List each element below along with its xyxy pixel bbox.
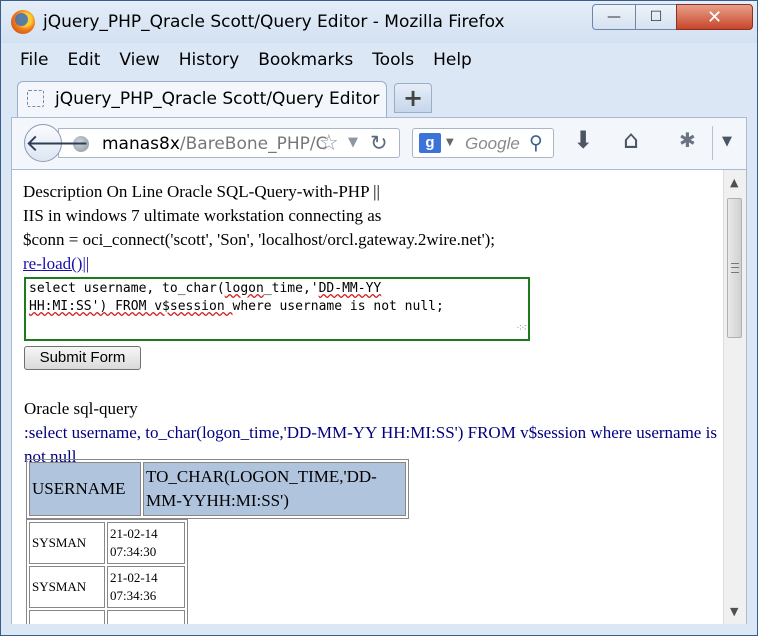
reload-line: re-load()|| bbox=[23, 252, 723, 276]
cell-username: SYSMAN bbox=[29, 566, 105, 608]
cell-logon-time: 21-02-14 bbox=[107, 610, 185, 624]
result-data-table: SYSMAN 21-02-14 07:34:30 SYSMAN 21-02-14 0… bbox=[26, 519, 188, 624]
minimize-button[interactable]: — bbox=[592, 4, 636, 30]
oracle-heading: Oracle sql-query bbox=[24, 399, 138, 418]
google-icon[interactable]: g bbox=[419, 133, 441, 153]
url-bar[interactable]: manas8x/BareBone_PHP/C ☆ ▼ ↻ bbox=[58, 128, 400, 158]
menu-history[interactable]: History bbox=[179, 50, 239, 70]
menu-help[interactable]: Help bbox=[433, 50, 472, 70]
title-bar: jQuery_PHP_Qracle Scott/Query Editor - M… bbox=[1, 1, 757, 43]
column-header-username: USERNAME bbox=[29, 462, 141, 516]
misspelled-word: DD-MM-YY bbox=[318, 281, 382, 296]
firefox-logo-icon bbox=[11, 10, 35, 34]
page-content: Description On Line Oracle SQL-Query-wit… bbox=[11, 169, 747, 625]
search-placeholder: Google bbox=[465, 134, 520, 153]
back-button[interactable]: 🡐 bbox=[24, 124, 89, 162]
page-body: Description On Line Oracle SQL-Query-wit… bbox=[23, 180, 723, 624]
cell-time: 07:34:36 bbox=[110, 588, 157, 603]
cell-logon-time: 21-02-14 07:34:30 bbox=[107, 522, 185, 564]
addon-icon[interactable]: ✱ bbox=[679, 128, 696, 152]
tab-strip: jQuery_PHP_Qracle Scott/Query Editor + bbox=[1, 77, 757, 117]
description-line-3: $conn = oci_connect('scott', 'Son', 'loc… bbox=[23, 230, 496, 249]
menu-bar: File Edit View History Bookmarks Tools H… bbox=[1, 45, 757, 75]
misspelled-word: logon bbox=[224, 281, 264, 296]
scroll-down-icon[interactable]: ▼ bbox=[730, 605, 738, 618]
tab-query-editor[interactable]: jQuery_PHP_Qracle Scott/Query Editor bbox=[17, 81, 387, 117]
sql-text: HH:MI:SS') FROM v$session bbox=[29, 299, 233, 314]
sql-text: _time,' bbox=[263, 281, 319, 296]
download-icon[interactable]: ⬇ bbox=[573, 126, 593, 154]
cell-logon-time: 21-02-14 07:34:36 bbox=[107, 566, 185, 608]
toolbar-separator bbox=[712, 126, 713, 160]
reload-link[interactable]: re-load() bbox=[23, 254, 82, 273]
page-icon bbox=[27, 90, 44, 107]
menu-tools[interactable]: Tools bbox=[372, 50, 414, 70]
cell-date: 21-02-14 bbox=[110, 570, 158, 585]
description-line-1: Description On Line Oracle SQL-Query-wit… bbox=[23, 182, 380, 201]
url-text: manas8x/BareBone_PHP/C bbox=[102, 134, 327, 154]
search-icon[interactable]: ⚲ bbox=[529, 132, 543, 154]
sql-line-1: select username, to_char(logon_time,'DD-… bbox=[29, 281, 381, 296]
url-host: manas8x bbox=[102, 134, 180, 154]
tab-label: jQuery_PHP_Qracle Scott/Query Editor bbox=[55, 89, 380, 109]
grip-icon bbox=[731, 263, 739, 273]
browser-window: jQuery_PHP_Qracle Scott/Query Editor - M… bbox=[0, 0, 758, 636]
window-title: jQuery_PHP_Qracle Scott/Query Editor - M… bbox=[43, 12, 505, 32]
back-arrow-icon: 🡐 bbox=[25, 129, 90, 157]
submit-form-button[interactable]: Submit Form bbox=[24, 346, 141, 370]
toolbar-menu-icon[interactable]: ▼ bbox=[722, 134, 732, 149]
reload-suffix: || bbox=[82, 254, 90, 273]
search-engine-dropdown-icon[interactable]: ▼ bbox=[446, 137, 454, 148]
menu-file[interactable]: File bbox=[20, 50, 48, 70]
maximize-button[interactable]: ☐ bbox=[635, 4, 677, 30]
table-row: SYSMAN 21-02-14 07:34:36 bbox=[29, 566, 185, 608]
sql-text: select username, to_char( bbox=[29, 281, 225, 296]
column-header-logon-time: TO_CHAR(LOGON_TIME,'DD- MM-YYHH:MI:SS') bbox=[143, 462, 406, 516]
cell-date: 21-02-14 bbox=[110, 526, 158, 541]
scroll-up-icon[interactable]: ▲ bbox=[730, 176, 738, 189]
cell-username: SYSMAN bbox=[29, 610, 105, 624]
resize-grip-icon[interactable]: ⁖⁖ bbox=[516, 320, 527, 338]
window-bottom-edge bbox=[11, 624, 747, 635]
table-row: SYSMAN 21-02-14 bbox=[29, 610, 185, 624]
sql-query-textarea[interactable]: select username, to_char(logon_time,'DD-… bbox=[24, 277, 530, 341]
home-icon[interactable]: ⌂ bbox=[623, 125, 639, 154]
cell-time: 07:34:30 bbox=[110, 544, 157, 559]
header-line: MM-YYHH:MI:SS') bbox=[146, 491, 289, 510]
result-header-table: USERNAME TO_CHAR(LOGON_TIME,'DD- MM-YYHH:… bbox=[26, 459, 409, 519]
search-bar[interactable]: g ▼ Google ⚲ bbox=[412, 128, 554, 158]
url-path: /BareBone_PHP/C bbox=[179, 134, 328, 154]
menu-edit[interactable]: Edit bbox=[67, 50, 100, 70]
sql-text: where username is not null; bbox=[232, 299, 444, 314]
new-tab-button[interactable]: + bbox=[394, 83, 432, 113]
menu-view[interactable]: View bbox=[119, 50, 159, 70]
star-icon[interactable]: ☆ bbox=[319, 131, 339, 156]
table-row: SYSMAN 21-02-14 07:34:30 bbox=[29, 522, 185, 564]
description-line-2: IIS in windows 7 ultimate workstation co… bbox=[23, 206, 382, 225]
chevron-down-icon[interactable]: ▼ bbox=[348, 135, 358, 150]
header-line: TO_CHAR(LOGON_TIME,'DD- bbox=[146, 467, 377, 486]
reload-icon[interactable]: ↻ bbox=[370, 131, 388, 155]
vertical-scrollbar[interactable]: ▲ ▼ bbox=[723, 170, 746, 624]
close-button[interactable]: ✕ bbox=[676, 4, 753, 30]
scrollbar-thumb[interactable] bbox=[727, 198, 742, 338]
navigation-toolbar: manas8x/BareBone_PHP/C ☆ ▼ ↻ 🡐 g ▼ Googl… bbox=[11, 117, 747, 169]
cell-username: SYSMAN bbox=[29, 522, 105, 564]
sql-line-2: HH:MI:SS') FROM v$session where username… bbox=[29, 299, 444, 314]
menu-bookmarks[interactable]: Bookmarks bbox=[258, 50, 353, 70]
